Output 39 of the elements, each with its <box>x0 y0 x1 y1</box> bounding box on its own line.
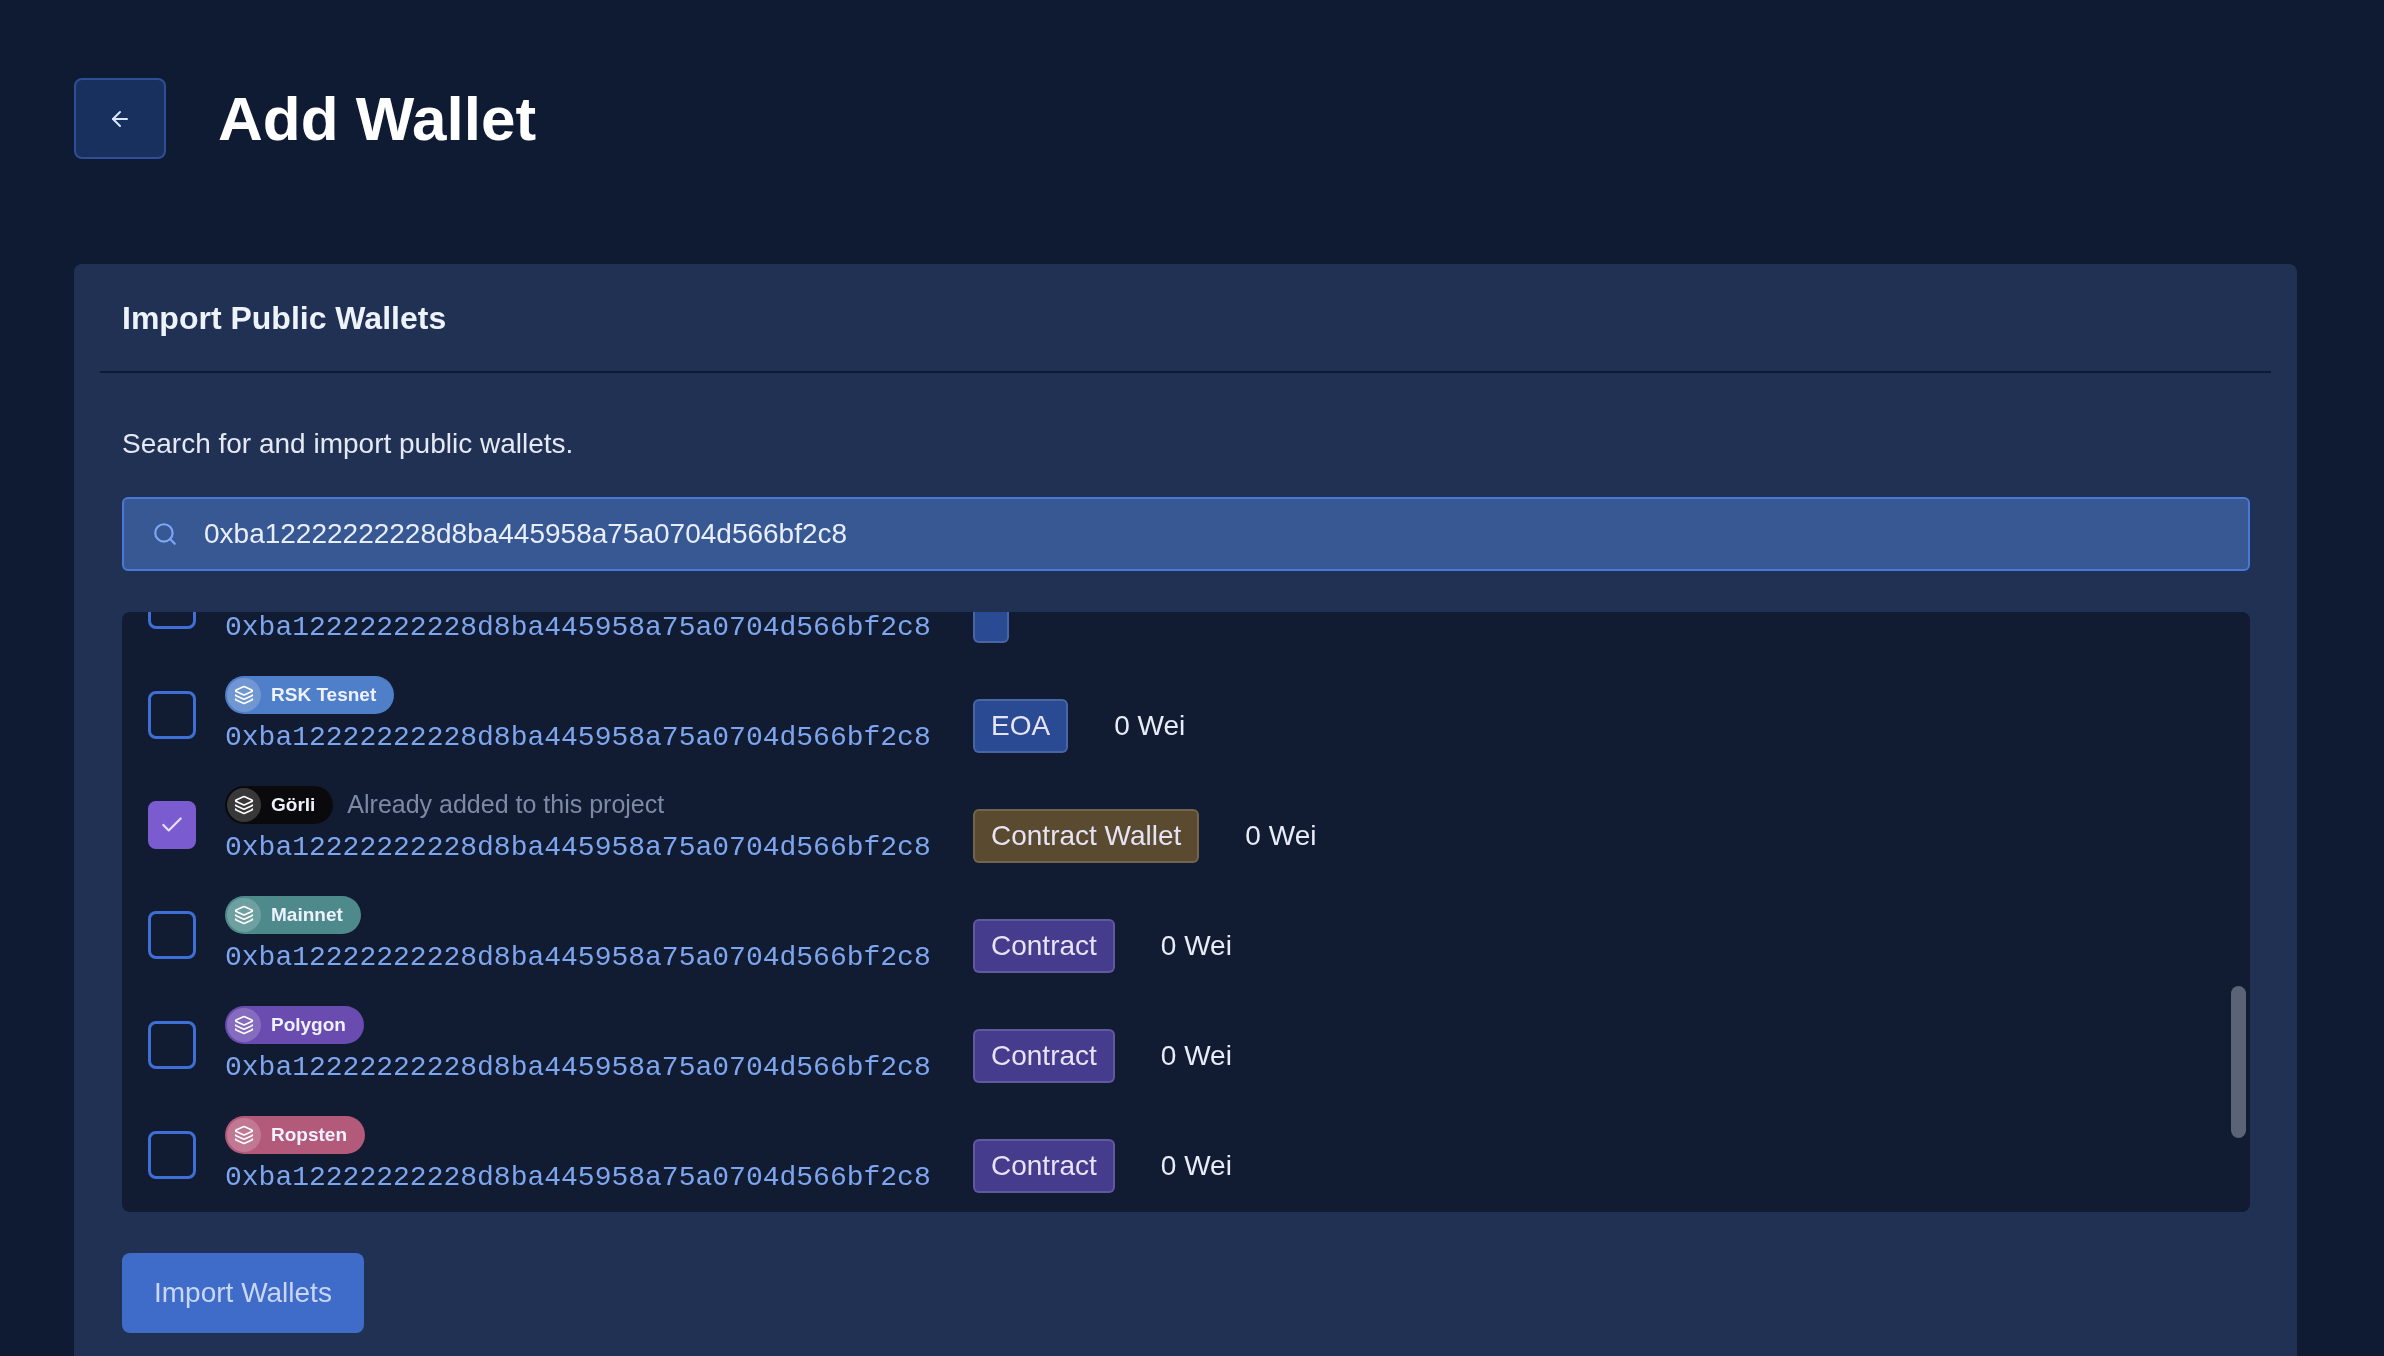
checkbox[interactable] <box>148 691 196 739</box>
layers-icon <box>234 1125 254 1145</box>
checkbox[interactable] <box>148 1131 196 1179</box>
layers-icon <box>234 685 254 705</box>
scrollbar-thumb[interactable] <box>2231 986 2246 1138</box>
balance-text: 0 Wei <box>1160 929 1232 963</box>
wallet-address: 0xba12222222228d8ba445958a75a0704d566bf2c8 <box>225 722 932 754</box>
network-chip: Polygon <box>225 1006 364 1044</box>
type-badge: Contract Wallet <box>973 809 1200 863</box>
wallet-address: 0xba12222222228d8ba445958a75a0704d566bf2c8 <box>225 942 932 974</box>
type-badge: Contract <box>973 1139 1115 1193</box>
note-text: Already added to this project <box>347 789 665 821</box>
type-badge: Contract <box>973 1029 1115 1083</box>
network-chip: RSK Tesnet <box>225 676 395 714</box>
balance-text: 0 Wei <box>1160 1149 1232 1183</box>
page-title: Add Wallet <box>218 83 537 155</box>
network-chip: Görli <box>225 786 334 824</box>
type-badge: Contract <box>973 919 1115 973</box>
network-chip: Mainnet <box>225 896 361 934</box>
balance-text: 0 Wei <box>1245 819 1317 853</box>
balance-text: 0 Wei <box>1160 1039 1232 1073</box>
search-icon <box>152 521 178 547</box>
checkbox[interactable] <box>148 1021 196 1069</box>
checkbox[interactable] <box>148 911 196 959</box>
checkbox[interactable] <box>148 801 196 849</box>
search-field[interactable]: 0xba12222222228d8ba445958a75a0704d566bf2c8 <box>122 497 2250 571</box>
layers-icon <box>234 905 254 925</box>
type-badge: EOA <box>973 699 1069 753</box>
layers-icon <box>234 795 254 815</box>
card-description: Search for and import public wallets. <box>122 427 575 461</box>
wallet-address: 0xba12222222228d8ba445958a75a0704d566bf2c8 <box>225 832 932 864</box>
card-title: Import Public Wallets <box>122 298 447 338</box>
layers-icon <box>234 1015 254 1035</box>
balance-text: 0 Wei <box>1114 709 1186 743</box>
wallet-address: 0xba12222222228d8ba445958a75a0704d566bf2c8 <box>225 1052 932 1084</box>
network-chip: Ropsten <box>225 1116 365 1154</box>
wallet-address: 0xba12222222228d8ba445958a75a0704d566bf2c8 <box>225 1162 932 1194</box>
wallet-address: 0xba12222222228d8ba445958a75a0704d566bf2c8 <box>225 612 932 644</box>
import-wallets-button[interactable]: Import Wallets <box>122 1253 364 1333</box>
